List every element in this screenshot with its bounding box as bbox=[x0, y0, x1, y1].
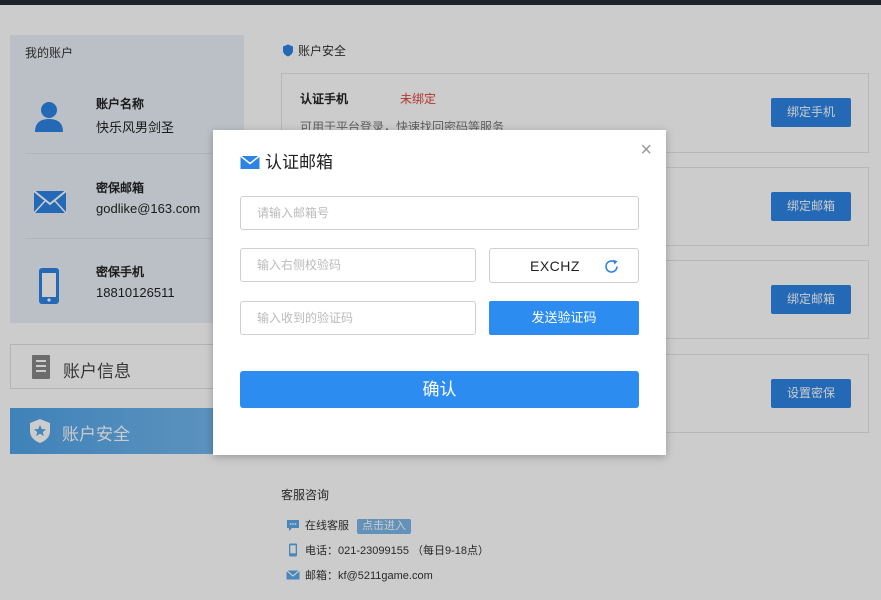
captcha-input[interactable]: 输入右侧校验码 bbox=[240, 248, 476, 282]
verify-email-dialog: 认证邮箱 × 请输入邮箱号 输入右侧校验码 EXCHZ 输入收到的验证码 发送验… bbox=[213, 130, 666, 455]
email-field[interactable]: 请输入邮箱号 bbox=[240, 196, 639, 230]
refresh-icon[interactable] bbox=[603, 258, 620, 280]
mail-icon bbox=[240, 155, 260, 169]
captcha-code: EXCHZ bbox=[530, 258, 580, 274]
send-code-button[interactable]: 发送验证码 bbox=[489, 301, 639, 335]
confirm-button[interactable]: 确认 bbox=[240, 371, 639, 408]
close-icon[interactable]: × bbox=[640, 140, 652, 160]
dialog-title-text: 认证邮箱 bbox=[265, 153, 333, 172]
captcha-image[interactable]: EXCHZ bbox=[489, 248, 639, 283]
verification-code-input[interactable]: 输入收到的验证码 bbox=[240, 301, 476, 335]
dialog-title: 认证邮箱 bbox=[240, 148, 333, 173]
